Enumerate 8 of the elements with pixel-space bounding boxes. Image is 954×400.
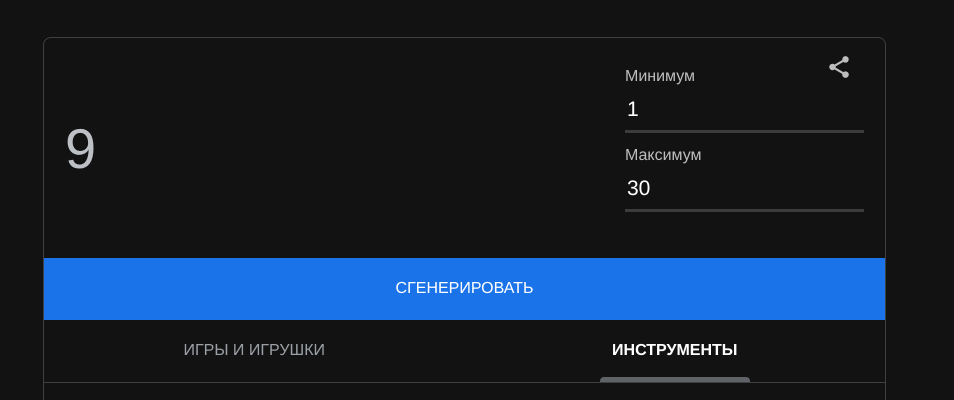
tab[interactable]: ИНСТРУМЕНТЫ xyxy=(464,320,885,382)
tab[interactable]: ИГРЫ И ИГРУШКИ xyxy=(44,320,464,382)
result-number: 9 xyxy=(65,116,96,180)
number-input[interactable]: 30 xyxy=(625,167,864,212)
generate-button[interactable]: СГЕНЕРИРОВАТЬ xyxy=(44,258,885,320)
field-label: Минимум xyxy=(625,68,696,87)
number-input[interactable]: 1 xyxy=(625,88,864,133)
field-label: Максимум xyxy=(625,147,703,166)
